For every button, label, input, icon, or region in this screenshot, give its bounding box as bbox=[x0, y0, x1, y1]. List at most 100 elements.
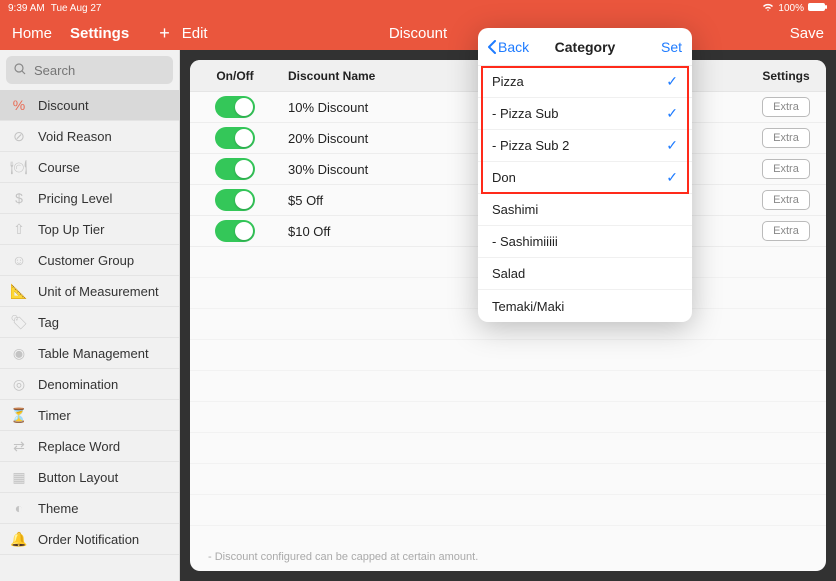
battery-percent: 100% bbox=[778, 3, 804, 14]
toggle-switch[interactable] bbox=[215, 220, 255, 242]
sidebar-item-pricing-level[interactable]: $ Pricing Level bbox=[0, 183, 179, 214]
popover-item[interactable]: - Sashimiiiii bbox=[478, 226, 692, 258]
nav-settings[interactable]: Settings bbox=[70, 25, 129, 42]
search-icon bbox=[14, 63, 26, 78]
popover-item[interactable]: - Pizza Sub ✓ bbox=[478, 98, 692, 130]
popover-item-label: Don bbox=[492, 170, 516, 185]
battery-icon bbox=[808, 2, 828, 15]
sidebar-item-label: Table Management bbox=[38, 346, 149, 361]
sidebar-item-denomination[interactable]: ◎ Denomination bbox=[0, 369, 179, 400]
sidebar-item-tag[interactable]: 🏷 Tag bbox=[0, 307, 179, 338]
popover-item[interactable]: - Pizza Sub 2 ✓ bbox=[478, 130, 692, 162]
extra-button[interactable]: Extra bbox=[762, 128, 810, 148]
toggle-switch[interactable] bbox=[215, 158, 255, 180]
footnote: - Discount configured can be capped at c… bbox=[208, 551, 478, 563]
status-bar: 9:39 AM Tue Aug 27 100% bbox=[0, 0, 836, 16]
coin-icon: ◎ bbox=[10, 375, 28, 393]
sidebar-item-unit-measurement[interactable]: 📐 Unit of Measurement bbox=[0, 276, 179, 307]
sidebar-item-label: Denomination bbox=[38, 377, 118, 392]
layout-icon: ▦ bbox=[10, 468, 28, 486]
sidebar-item-theme[interactable]: ◐ Theme bbox=[0, 493, 179, 524]
sidebar-item-course[interactable]: 🍽 Course bbox=[0, 152, 179, 183]
nav-home[interactable]: Home bbox=[12, 25, 52, 42]
notification-icon: 🔔 bbox=[10, 530, 28, 548]
sidebar-item-label: Order Notification bbox=[38, 532, 139, 547]
popover-back-label: Back bbox=[498, 39, 529, 55]
void-icon: ⊘ bbox=[10, 127, 28, 145]
sidebar-item-replace-word[interactable]: ⇄ Replace Word bbox=[0, 431, 179, 462]
percent-icon: % bbox=[10, 96, 28, 114]
empty-row bbox=[190, 433, 826, 464]
popover-item-label: Salad bbox=[492, 266, 525, 281]
chevron-left-icon bbox=[488, 40, 496, 54]
popover-item-label: - Sashimiiiii bbox=[492, 234, 558, 249]
popover-set[interactable]: Set bbox=[661, 39, 682, 55]
sidebar-item-label: Top Up Tier bbox=[38, 222, 104, 237]
sidebar-item-label: Course bbox=[38, 160, 80, 175]
sidebar-item-label: Button Layout bbox=[38, 470, 118, 485]
col-header-settings: Settings bbox=[746, 69, 826, 83]
topup-icon: ⇧ bbox=[10, 220, 28, 238]
category-popover: Back Category Set Pizza ✓ - Pizza Sub ✓ … bbox=[478, 28, 692, 322]
extra-button[interactable]: Extra bbox=[762, 159, 810, 179]
popover-item-label: Temaki/Maki bbox=[492, 299, 564, 314]
popover-item-label: - Pizza Sub bbox=[492, 106, 558, 121]
toggle-switch[interactable] bbox=[215, 96, 255, 118]
nav-edit[interactable]: Edit bbox=[182, 25, 208, 42]
nav-save[interactable]: Save bbox=[790, 25, 824, 42]
popover-title: Category bbox=[555, 39, 616, 55]
sidebar-item-label: Discount bbox=[38, 98, 89, 113]
theme-icon: ◐ bbox=[10, 499, 28, 517]
tag-icon: 🏷 bbox=[10, 313, 28, 331]
empty-row bbox=[190, 371, 826, 402]
popover-item[interactable]: Sashimi bbox=[478, 194, 692, 226]
nav-bar: Home Settings + Edit Discount Save bbox=[0, 16, 836, 50]
sidebar-item-label: Unit of Measurement bbox=[38, 284, 159, 299]
popover-item[interactable]: Don ✓ bbox=[478, 162, 692, 194]
sidebar-item-button-layout[interactable]: ▦ Button Layout bbox=[0, 462, 179, 493]
sidebar-item-void-reason[interactable]: ⊘ Void Reason bbox=[0, 121, 179, 152]
sidebar-item-label: Customer Group bbox=[38, 253, 134, 268]
check-icon: ✓ bbox=[666, 169, 678, 186]
sidebar-item-table-management[interactable]: ◉ Table Management bbox=[0, 338, 179, 369]
popover-item-label: Sashimi bbox=[492, 202, 538, 217]
check-icon: ✓ bbox=[666, 73, 678, 90]
empty-row bbox=[190, 402, 826, 433]
sidebar-item-label: Timer bbox=[38, 408, 71, 423]
sidebar: % Discount ⊘ Void Reason 🍽 Course $ Pric… bbox=[0, 50, 180, 581]
timer-icon: ⏳ bbox=[10, 406, 28, 424]
search-input[interactable] bbox=[6, 56, 173, 84]
sidebar-item-discount[interactable]: % Discount bbox=[0, 90, 179, 121]
status-date: Tue Aug 27 bbox=[51, 3, 102, 14]
group-icon: ☺ bbox=[10, 251, 28, 269]
pricing-icon: $ bbox=[10, 189, 28, 207]
extra-button[interactable]: Extra bbox=[762, 221, 810, 241]
sidebar-item-timer[interactable]: ⏳ Timer bbox=[0, 400, 179, 431]
sidebar-item-order-notification[interactable]: 🔔 Order Notification bbox=[0, 524, 179, 555]
extra-button[interactable]: Extra bbox=[762, 97, 810, 117]
sidebar-item-top-up-tier[interactable]: ⇧ Top Up Tier bbox=[0, 214, 179, 245]
popover-item[interactable]: Salad bbox=[478, 258, 692, 290]
empty-row bbox=[190, 495, 826, 526]
sidebar-item-label: Pricing Level bbox=[38, 191, 112, 206]
popover-item[interactable]: Pizza ✓ bbox=[478, 66, 692, 98]
toggle-switch[interactable] bbox=[215, 127, 255, 149]
popover-item-label: Pizza bbox=[492, 74, 524, 89]
course-icon: 🍽 bbox=[10, 158, 28, 176]
toggle-switch[interactable] bbox=[215, 189, 255, 211]
col-header-onoff: On/Off bbox=[190, 69, 280, 83]
add-icon[interactable]: + bbox=[159, 23, 170, 44]
wifi-icon bbox=[762, 2, 774, 15]
status-time: 9:39 AM bbox=[8, 3, 45, 14]
popover-item-label: - Pizza Sub 2 bbox=[492, 138, 569, 153]
extra-button[interactable]: Extra bbox=[762, 190, 810, 210]
popover-item[interactable]: Temaki/Maki bbox=[478, 290, 692, 322]
ruler-icon: 📐 bbox=[10, 282, 28, 300]
nav-title: Discount bbox=[389, 25, 447, 42]
check-icon: ✓ bbox=[666, 105, 678, 122]
empty-row bbox=[190, 340, 826, 371]
sidebar-item-label: Replace Word bbox=[38, 439, 120, 454]
replace-icon: ⇄ bbox=[10, 437, 28, 455]
sidebar-item-customer-group[interactable]: ☺ Customer Group bbox=[0, 245, 179, 276]
popover-back[interactable]: Back bbox=[488, 39, 529, 55]
